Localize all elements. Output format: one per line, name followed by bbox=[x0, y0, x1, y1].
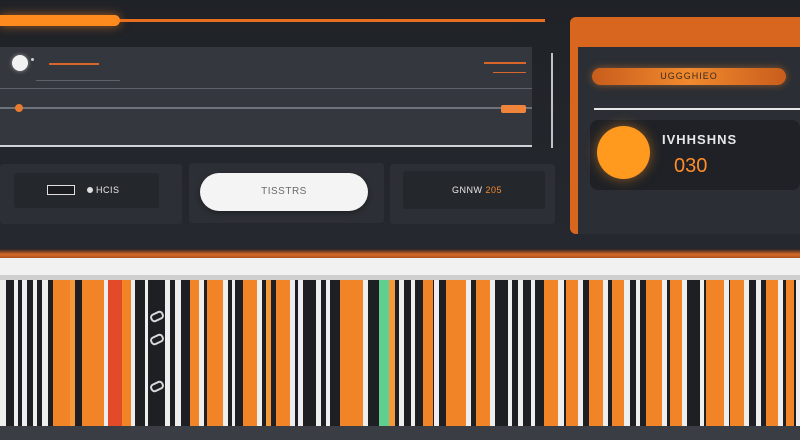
level-line bbox=[484, 62, 526, 64]
bar-stripe bbox=[612, 280, 624, 426]
bar-stripe bbox=[266, 280, 271, 426]
vertical-divider bbox=[551, 53, 553, 148]
bar-stripe bbox=[379, 280, 389, 426]
bar-stripe bbox=[778, 280, 783, 426]
bar-stripe bbox=[122, 280, 131, 426]
bar-stripe bbox=[636, 280, 640, 426]
bar-stripe bbox=[316, 280, 321, 426]
slider-track[interactable] bbox=[0, 107, 532, 109]
bar-stripe bbox=[724, 280, 729, 426]
app-screen: HCIS TISSTRS GNNW 205 UGGGHIEO IVHHSHNS … bbox=[0, 0, 800, 440]
center-action-button[interactable]: TISSTRS bbox=[200, 173, 368, 211]
bar-stripe bbox=[108, 280, 122, 426]
bar-stripe bbox=[389, 280, 395, 426]
status-dot-icon bbox=[87, 187, 93, 193]
bar-stripe bbox=[796, 280, 800, 426]
bar-stripe bbox=[326, 280, 330, 426]
separator-band bbox=[0, 249, 800, 258]
bar-stripe bbox=[490, 280, 495, 426]
level-line bbox=[493, 72, 526, 73]
slider-thumb[interactable] bbox=[15, 104, 23, 112]
left-control-label: HCIS bbox=[96, 185, 120, 195]
side-card-title: IVHHSHNS bbox=[662, 132, 738, 147]
bar-stripe bbox=[340, 280, 363, 426]
bar-stripe bbox=[243, 280, 257, 426]
bar-stripe bbox=[190, 280, 199, 426]
bar-stripe bbox=[662, 280, 667, 426]
bar-stripe bbox=[0, 280, 6, 426]
level-line bbox=[49, 63, 99, 65]
bar-stripe bbox=[544, 280, 558, 426]
bar-stripe bbox=[730, 280, 744, 426]
bar-stripe bbox=[756, 280, 761, 426]
bar-stripe bbox=[766, 280, 778, 426]
bar-stripe bbox=[232, 280, 235, 426]
bar-stripe bbox=[446, 280, 466, 426]
bar-stripe bbox=[53, 280, 70, 426]
bar-stripe bbox=[589, 280, 603, 426]
bar-stripe bbox=[624, 280, 630, 426]
bar-stripe bbox=[298, 280, 303, 426]
bar-stripe bbox=[744, 280, 749, 426]
bar-stripe bbox=[131, 280, 135, 426]
side-divider bbox=[594, 108, 800, 110]
bar-stripe bbox=[14, 280, 18, 426]
bar-stripe bbox=[399, 280, 404, 426]
bar-stripe bbox=[165, 280, 170, 426]
guide-line bbox=[0, 88, 532, 89]
bar-stripe bbox=[603, 280, 608, 426]
bar-stripe bbox=[682, 280, 687, 426]
bar-stripe bbox=[706, 280, 724, 426]
right-control-label[interactable]: GNNW 205 bbox=[452, 185, 502, 195]
bar-stripe bbox=[363, 280, 368, 426]
bar-stripe bbox=[82, 280, 104, 426]
record-icon[interactable] bbox=[597, 126, 650, 179]
bar-stripe bbox=[223, 280, 228, 426]
bar-stripe bbox=[70, 280, 75, 426]
bar-stripe bbox=[558, 280, 564, 426]
bar-stripe bbox=[646, 280, 662, 426]
bar-stripe bbox=[466, 280, 471, 426]
bar-stripe bbox=[670, 280, 682, 426]
main-panel bbox=[0, 47, 532, 147]
bar-stripe bbox=[434, 280, 439, 426]
side-banner[interactable]: UGGGHIEO bbox=[592, 68, 786, 85]
bar-stripe bbox=[578, 280, 583, 426]
guide-line bbox=[36, 80, 120, 81]
bar-stripe bbox=[566, 280, 578, 426]
bar-stripe bbox=[290, 280, 295, 426]
toggle-knob-icon[interactable] bbox=[12, 55, 28, 71]
bar-stripe bbox=[257, 280, 262, 426]
bar-stripe bbox=[518, 280, 523, 426]
top-progress-fill bbox=[0, 15, 120, 26]
right-control-value: 205 bbox=[485, 185, 503, 195]
bar-stripe bbox=[42, 280, 48, 426]
bar-stripe bbox=[476, 280, 490, 426]
tag-icon bbox=[47, 185, 75, 195]
side-card-value: 030 bbox=[674, 155, 708, 177]
bar-stripe bbox=[175, 280, 181, 426]
bar-stripe bbox=[411, 280, 415, 426]
slider-end-chip[interactable] bbox=[501, 105, 526, 113]
bar-stripe bbox=[145, 280, 148, 426]
bar-stripe bbox=[786, 280, 794, 426]
bar-stripe bbox=[276, 280, 290, 426]
bar-stripe bbox=[199, 280, 204, 426]
bar-stripe bbox=[700, 280, 704, 426]
bar-stripe bbox=[22, 280, 27, 426]
bar-stripe bbox=[423, 280, 433, 426]
separator-rail bbox=[0, 258, 800, 275]
bar-stripe bbox=[207, 280, 223, 426]
bar-stripe bbox=[508, 280, 512, 426]
bar-stripe bbox=[531, 280, 535, 426]
bar-stripe bbox=[33, 280, 37, 426]
bar-floor bbox=[0, 426, 800, 440]
knob-indicator-icon bbox=[31, 58, 34, 61]
